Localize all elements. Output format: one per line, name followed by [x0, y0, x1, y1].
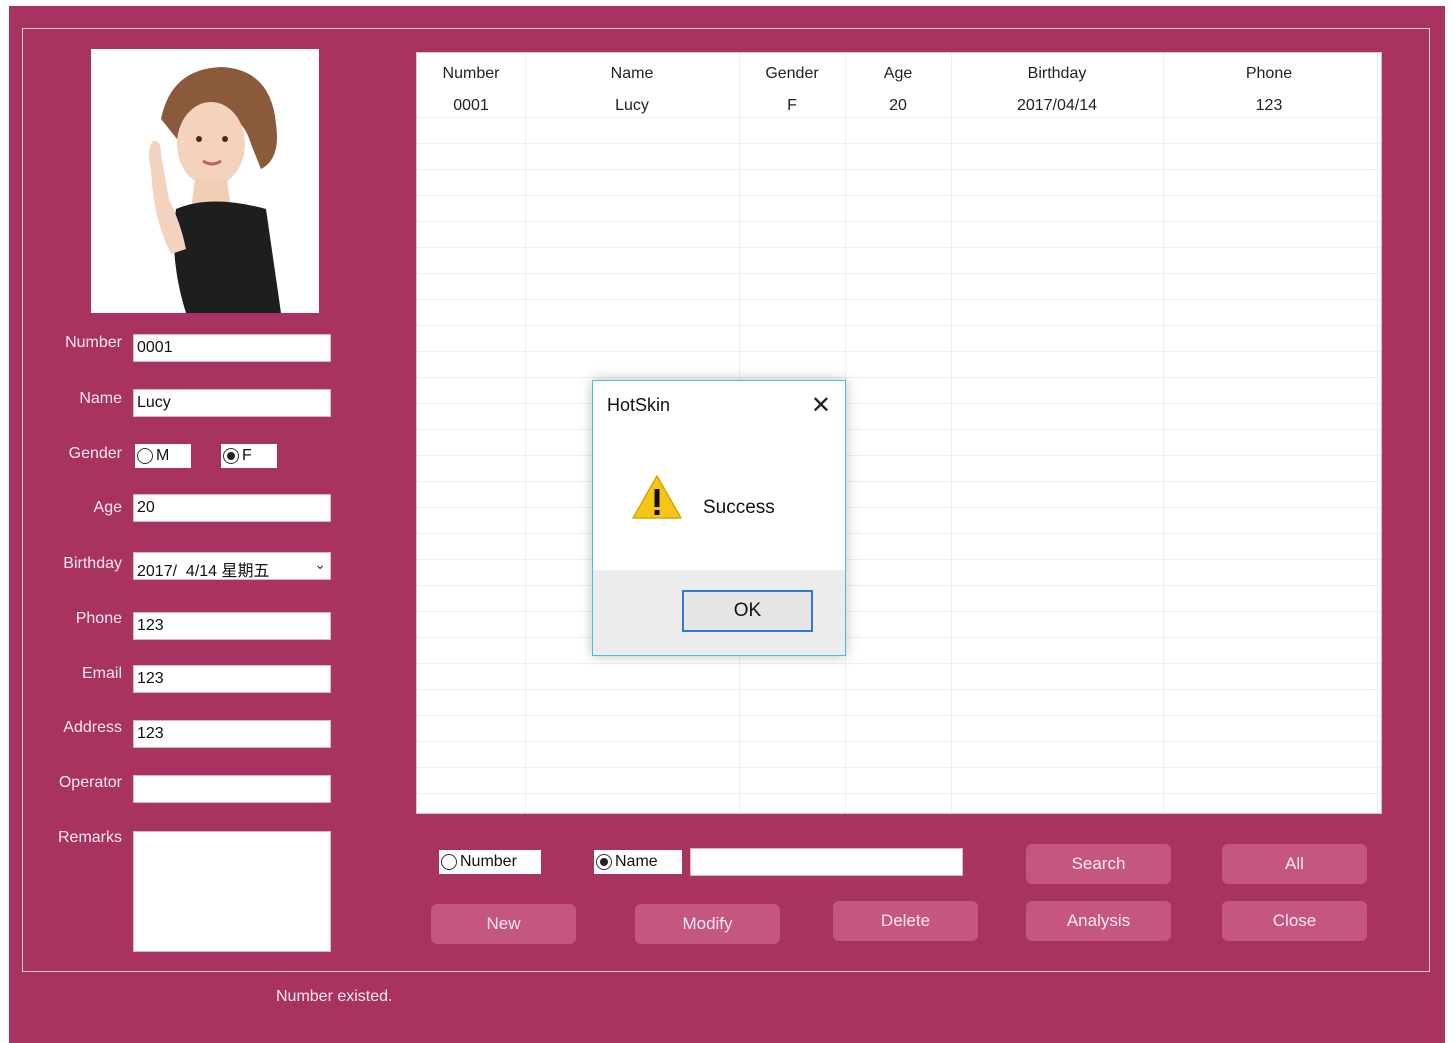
column-divider [951, 53, 952, 813]
row-divider [417, 611, 1381, 612]
remarks-label: Remarks [57, 829, 122, 846]
cell-gender: F [787, 97, 797, 114]
row-divider [417, 195, 1381, 196]
search-radio-name-label: Name [615, 853, 658, 870]
column-divider [525, 53, 526, 813]
email-input[interactable]: 123 [133, 665, 331, 693]
analysis-button[interactable]: Analysis [1026, 901, 1171, 941]
cell-number: 0001 [453, 97, 489, 114]
row-divider [417, 143, 1381, 144]
row-divider [417, 481, 1381, 482]
dialog-footer: OK [593, 570, 845, 655]
row-divider [417, 741, 1381, 742]
row-divider [417, 169, 1381, 170]
column-header-phone[interactable]: Phone [1163, 65, 1375, 83]
chevron-down-icon[interactable]: ⌄ [314, 556, 326, 573]
phone-label: Phone [75, 610, 122, 627]
row-divider [417, 117, 1381, 118]
column-header-gender[interactable]: Gender [739, 65, 845, 83]
profile-photo [91, 49, 319, 313]
row-divider [417, 273, 1381, 274]
warning-icon [631, 473, 683, 526]
row-divider [417, 299, 1381, 300]
row-divider [417, 403, 1381, 404]
close-button[interactable]: Close [1222, 901, 1367, 941]
column-header-age[interactable]: Age [845, 65, 951, 83]
row-divider [417, 585, 1381, 586]
radio-selected-icon [596, 854, 612, 870]
row-divider [417, 221, 1381, 222]
row-divider [417, 247, 1381, 248]
name-label: Name [79, 390, 122, 407]
number-label: Number [65, 334, 122, 351]
row-divider [417, 533, 1381, 534]
number-input[interactable]: 0001 [133, 334, 331, 362]
radio-selected-icon [223, 448, 239, 464]
search-radio-number[interactable]: Number [439, 850, 541, 874]
search-radio-number-label: Number [460, 853, 517, 870]
gender-radio-f[interactable]: F [221, 444, 277, 468]
gender-f-label: F [242, 447, 252, 464]
age-input[interactable]: 20 [133, 494, 331, 522]
row-divider [417, 351, 1381, 352]
dialog-title: HotSkin [607, 395, 671, 415]
gender-label: Gender [68, 445, 122, 462]
row-divider [417, 689, 1381, 690]
gender-radio-m[interactable]: M [135, 444, 191, 468]
row-divider [417, 507, 1381, 508]
radio-unselected-icon [137, 448, 153, 464]
age-label: Age [93, 499, 122, 516]
row-divider [417, 325, 1381, 326]
remarks-textarea[interactable] [133, 831, 331, 952]
new-button[interactable]: New [431, 904, 576, 944]
row-divider [417, 559, 1381, 560]
dialog-message: Success [703, 497, 775, 518]
column-divider [1163, 53, 1164, 813]
row-divider [417, 637, 1381, 638]
row-divider [417, 663, 1381, 664]
column-header-number[interactable]: Number [417, 65, 525, 83]
cell-phone: 123 [1255, 97, 1283, 114]
gender-m-label: M [156, 447, 170, 464]
birthday-value: 2017/ 4/14 星期五 [137, 563, 270, 580]
row-divider [417, 767, 1381, 768]
row-divider [417, 377, 1381, 378]
close-icon[interactable]: ✕ [811, 391, 831, 420]
phone-input[interactable]: 123 [133, 612, 331, 640]
address-label: Address [63, 719, 122, 736]
search-button[interactable]: Search [1026, 844, 1171, 884]
cell-birthday: 2017/04/14 [1016, 97, 1098, 114]
search-radio-name[interactable]: Name [594, 850, 682, 874]
row-divider [417, 793, 1381, 794]
cell-name: Lucy [615, 97, 649, 114]
address-input[interactable]: 123 [133, 720, 331, 748]
search-input[interactable] [690, 848, 963, 876]
ok-button[interactable]: OK [682, 590, 813, 632]
column-divider [1377, 53, 1378, 813]
radio-unselected-icon [441, 854, 457, 870]
column-header-name[interactable]: Name [525, 65, 739, 83]
row-divider [417, 429, 1381, 430]
birthday-label: Birthday [63, 555, 122, 572]
operator-input[interactable] [133, 775, 331, 803]
row-divider [417, 715, 1381, 716]
message-dialog: HotSkin ✕ Success OK [592, 380, 846, 656]
modify-button[interactable]: Modify [635, 904, 780, 944]
all-button[interactable]: All [1222, 844, 1367, 884]
row-divider [417, 455, 1381, 456]
records-table[interactable]: Number Name Gender Age Birthday Phone 00… [416, 52, 1382, 814]
delete-button[interactable]: Delete [833, 901, 978, 941]
cell-age: 20 [889, 97, 907, 114]
status-message: Number existed. [276, 988, 393, 1005]
email-label: Email [81, 665, 122, 682]
operator-label: Operator [58, 774, 122, 791]
birthday-datepicker[interactable]: 2017/ 4/14 星期五 ⌄ [133, 552, 331, 580]
column-header-birthday[interactable]: Birthday [951, 65, 1163, 83]
name-input[interactable]: Lucy [133, 389, 331, 417]
